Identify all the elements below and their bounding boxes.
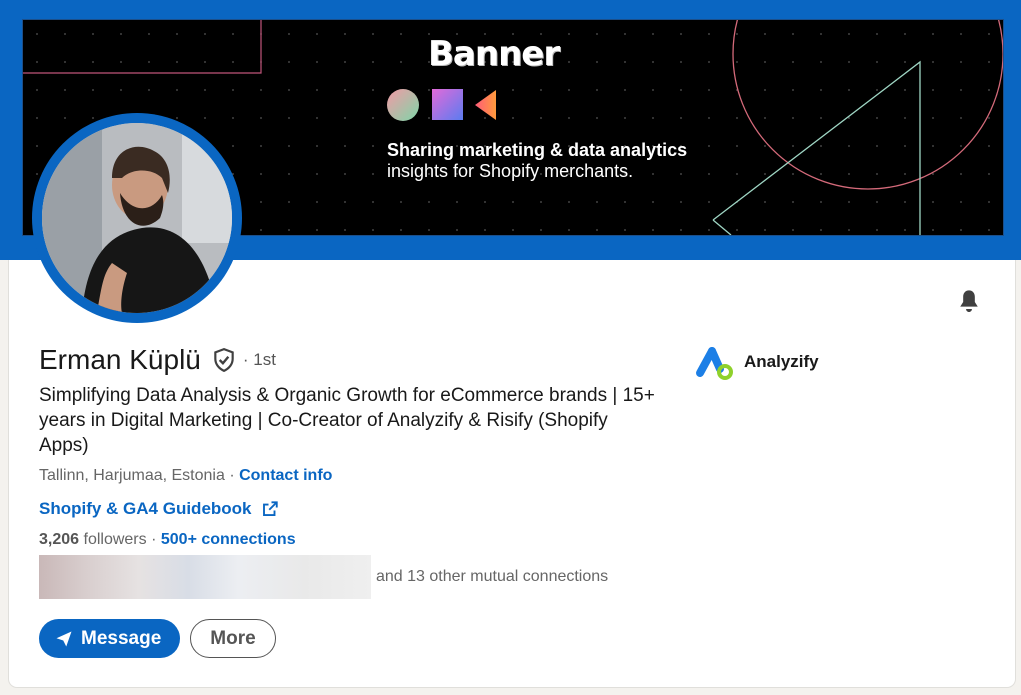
notification-bell-icon[interactable]	[955, 288, 983, 316]
current-company[interactable]: Analyzify	[694, 343, 819, 381]
mutual-connections-text: and 13 other mutual connections	[376, 568, 609, 585]
profile-photo-ring	[32, 113, 242, 323]
followers-label: followers	[83, 531, 147, 548]
message-button-label: Message	[81, 627, 162, 649]
avatar-image	[42, 123, 232, 313]
banner-tagline: insights for Shopify merchants.	[387, 161, 634, 181]
verified-shield-icon[interactable]	[211, 347, 237, 373]
location-text: Tallinn, Harjumaa, Estonia ·	[39, 467, 235, 484]
location-row: Tallinn, Harjumaa, Estonia · Contact inf…	[39, 467, 332, 485]
contact-info-link[interactable]: Contact info	[239, 467, 332, 484]
company-name: Analyzify	[744, 352, 819, 371]
message-button[interactable]: Message	[39, 619, 181, 658]
banner-title: Banner	[428, 34, 560, 74]
external-link-icon[interactable]	[261, 500, 279, 518]
website-row: Shopify & GA4 Guidebook	[39, 499, 279, 519]
more-button[interactable]: More	[190, 619, 276, 658]
name-row: Erman Küplü · 1st	[39, 344, 276, 376]
analyzify-logo-icon	[696, 347, 733, 380]
mutual-connections-avatars	[39, 555, 371, 599]
mutual-connections-row[interactable]: and 13 other mutual connections	[39, 555, 608, 599]
followers-row: 3,206 followers · 500+ connections	[39, 531, 296, 548]
send-icon	[56, 631, 72, 646]
profile-name: Erman Küplü	[39, 344, 201, 375]
website-link[interactable]: Shopify & GA4 Guidebook	[39, 499, 252, 519]
banner-tagline-bold: Sharing marketing & data analytics	[387, 140, 688, 160]
profile-headline: Simplifying Data Analysis & Organic Grow…	[39, 385, 655, 456]
profile-photo[interactable]	[42, 123, 232, 313]
connection-degree: · 1st	[242, 350, 276, 369]
connections-link[interactable]: 500+ connections	[161, 531, 296, 548]
followers-count: 3,206	[39, 531, 80, 548]
profile-actions: Message More	[39, 619, 276, 658]
